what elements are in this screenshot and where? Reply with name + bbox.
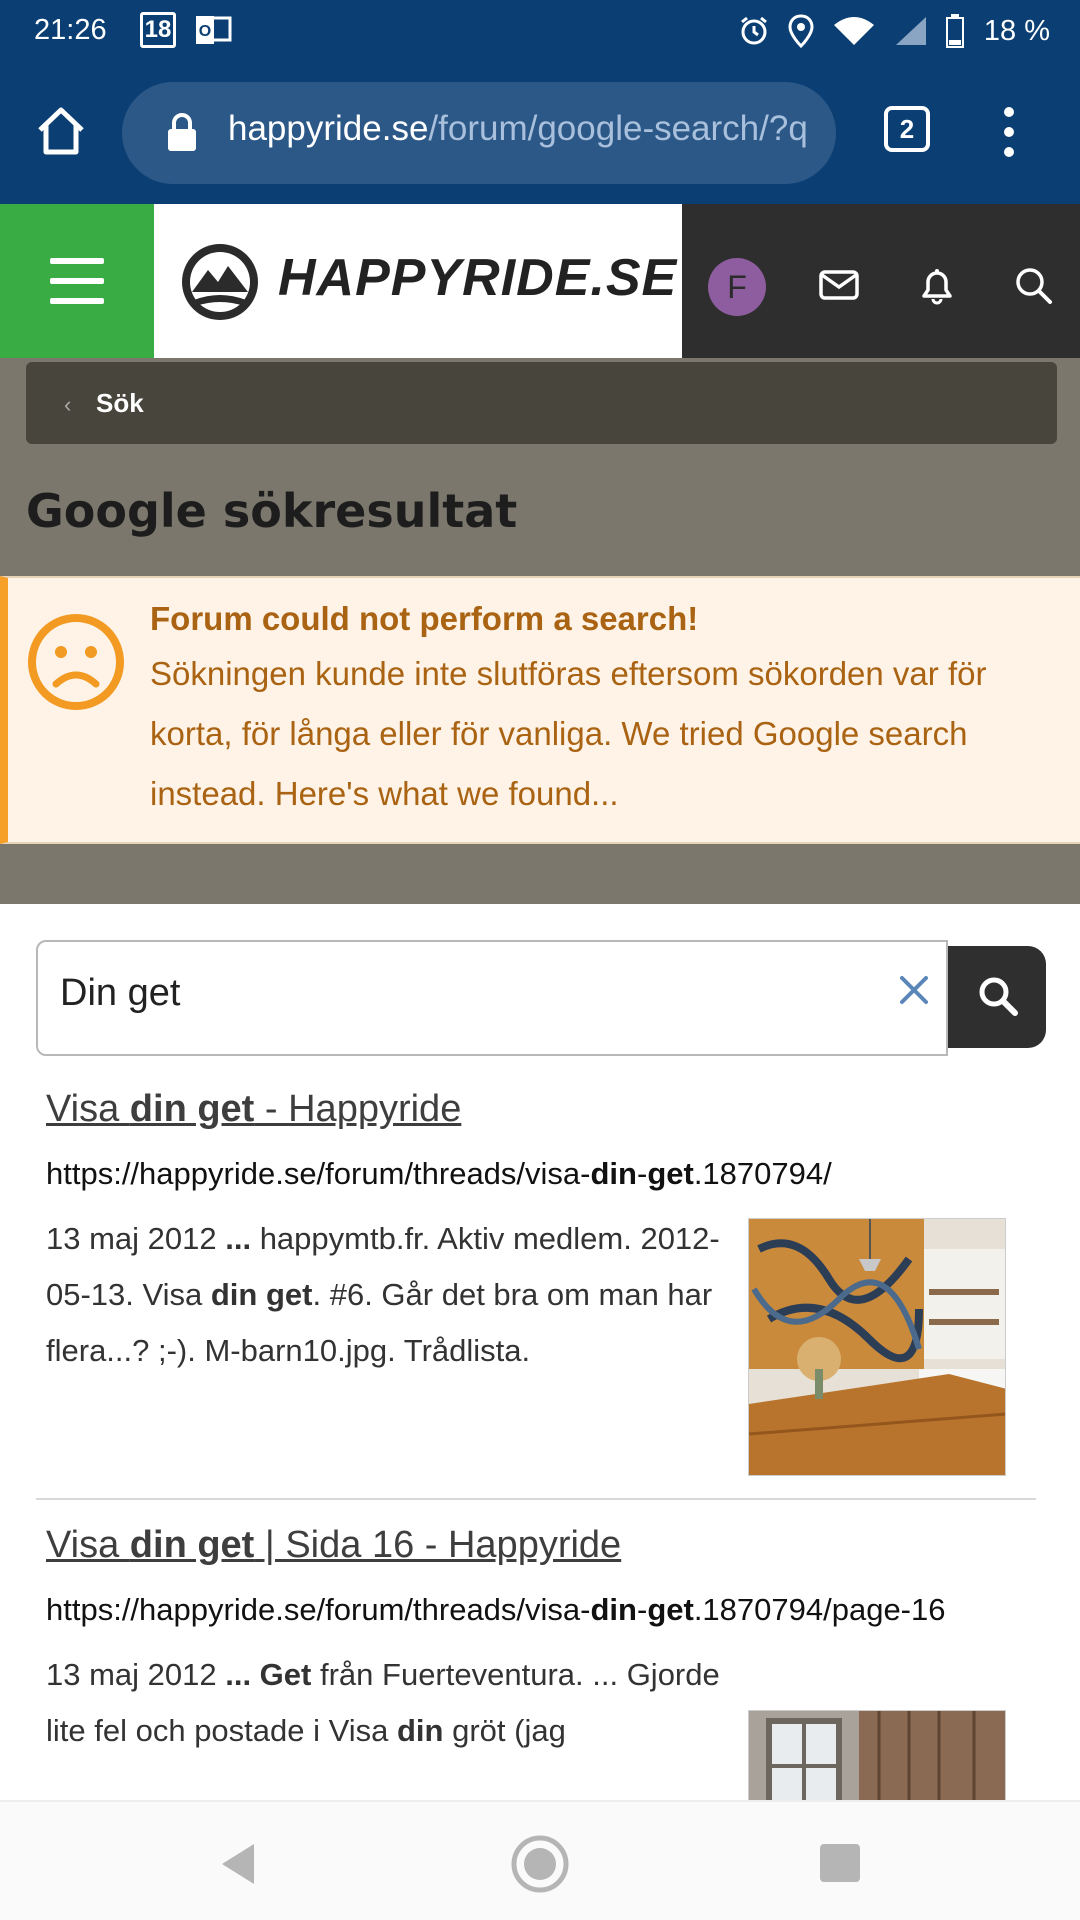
hamburger-line	[50, 278, 104, 284]
alert-title: Forum could not perform a search!	[150, 600, 699, 637]
result-title-pre: Visa	[46, 1088, 130, 1130]
address-bar[interactable]: happyride.se/forum/google-search/?q	[122, 82, 836, 184]
cabin-photo	[749, 1711, 1005, 1800]
page-header-region: ‹ Sök Google sökresultat Forum could not…	[0, 358, 1080, 904]
logo-text: HAPPYRIDE.SE	[278, 249, 678, 307]
search-icon	[979, 977, 1018, 1016]
system-nav-bar	[0, 1800, 1080, 1920]
result-thumbnail[interactable]	[748, 1710, 1006, 1800]
location-icon	[788, 14, 814, 48]
result-url: https://happyride.se/forum/threads/visa-…	[46, 1583, 1026, 1637]
alert-body: Sökningen kunde inte slutföras eftersom …	[150, 655, 987, 812]
result-title-pre: Visa	[46, 1524, 130, 1566]
snippet-bold: ... Get	[225, 1657, 312, 1692]
clear-icon[interactable]	[894, 970, 934, 1010]
battery-icon	[945, 14, 964, 48]
envelope-icon[interactable]	[818, 264, 860, 306]
back-icon[interactable]	[218, 1842, 258, 1886]
home-icon[interactable]	[34, 104, 88, 158]
result-title-post: - Happyride	[254, 1088, 462, 1130]
recent-apps-icon[interactable]	[820, 1844, 860, 1882]
url-domain: happyride.se	[228, 109, 429, 148]
url-bold: din	[590, 1592, 637, 1627]
outlook-icon: O	[196, 16, 232, 44]
result-title-post: | Sida 16 - Happyride	[254, 1524, 622, 1566]
result-snippet: 13 maj 2012 ... happymtb.fr. Aktiv medle…	[46, 1211, 736, 1379]
lock-icon	[168, 113, 196, 151]
url-part: .1870794/	[693, 1156, 832, 1191]
result-title-bold: din get	[129, 1524, 255, 1566]
url-part: -	[636, 1592, 648, 1627]
url-part: .1870794/page-16	[693, 1592, 946, 1627]
kitchen-photo	[749, 1219, 1005, 1475]
search-input[interactable]	[60, 972, 860, 1015]
chevron-left-icon: ‹	[64, 392, 72, 417]
search-error-alert: Forum could not perform a search! Söknin…	[0, 576, 1080, 844]
hamburger-line	[50, 258, 104, 264]
url-part: https://happyride.se/forum/threads/visa-	[46, 1592, 591, 1627]
snippet-bold: ...	[225, 1221, 252, 1256]
tab-switcher-button[interactable]: 2	[884, 106, 930, 152]
wifi-icon	[833, 17, 874, 45]
site-logo[interactable]: HAPPYRIDE.SE	[154, 204, 682, 358]
result-divider	[36, 1498, 1036, 1500]
status-time: 21:26	[34, 14, 107, 46]
site-header: HAPPYRIDE.SE F	[0, 204, 1080, 358]
breadcrumb[interactable]: ‹ Sök	[26, 362, 1057, 444]
result-snippet: 13 maj 2012 ... Get från Fuerteventura. …	[46, 1647, 736, 1759]
hamburger-menu-button[interactable]	[0, 204, 154, 358]
search-results-area: Visa din get - Happyride https://happyri…	[0, 904, 1080, 1800]
url-bold: get	[647, 1156, 694, 1191]
result-url: https://happyride.se/forum/threads/visa-…	[46, 1147, 1026, 1201]
page-title: Google sökresultat	[26, 484, 518, 538]
url-part: https://happyride.se/forum/threads/visa-	[46, 1156, 591, 1191]
search-submit-button[interactable]	[948, 946, 1046, 1048]
bell-icon[interactable]	[916, 264, 958, 306]
calendar-icon: 18	[140, 12, 176, 48]
snippet-text: gröt (jag	[443, 1713, 566, 1748]
browser-toolbar: happyride.se/forum/google-search/?q 2	[0, 62, 1080, 204]
breadcrumb-label: Sök	[96, 388, 144, 418]
hamburger-line	[50, 298, 104, 304]
url-path: /forum/google-search/?q	[428, 109, 808, 148]
url-text: happyride.se/forum/google-search/?q	[228, 109, 808, 149]
url-bold: get	[647, 1592, 694, 1627]
signal-icon	[895, 17, 926, 45]
svg-text:O: O	[199, 23, 211, 40]
result-title-bold: din get	[129, 1088, 255, 1130]
status-bar: 21:26 18 O 18 %	[0, 0, 1080, 62]
url-part: -	[636, 1156, 648, 1191]
more-menu-icon[interactable]	[994, 102, 1024, 162]
home-circle-icon[interactable]	[510, 1834, 570, 1894]
snippet-text: 13 maj 2012	[46, 1221, 226, 1256]
sad-face-icon	[28, 614, 124, 710]
snippet-text: 13 maj 2012	[46, 1657, 226, 1692]
search-icon[interactable]	[1012, 264, 1054, 306]
snippet-bold: din get	[210, 1277, 313, 1312]
snippet-bold: din	[396, 1713, 444, 1748]
url-bold: din	[590, 1156, 637, 1191]
user-avatar[interactable]: F	[708, 258, 766, 316]
search-field[interactable]	[36, 940, 948, 1056]
result-thumbnail[interactable]	[748, 1218, 1006, 1476]
result-title-link[interactable]: Visa din get | Sida 16 - Happyride	[46, 1524, 1036, 1567]
alarm-icon	[740, 16, 767, 45]
logo-gear-icon	[182, 244, 258, 320]
result-title-link[interactable]: Visa din get - Happyride	[46, 1088, 1036, 1131]
battery-percent: 18 %	[983, 14, 1050, 47]
